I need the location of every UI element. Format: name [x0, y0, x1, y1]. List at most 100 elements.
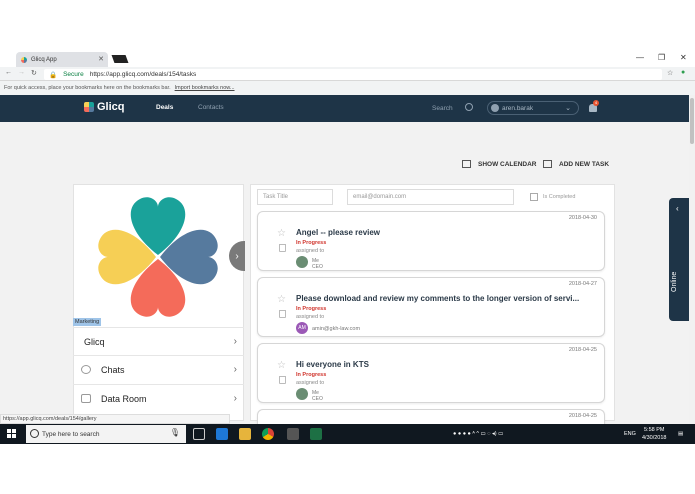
bookmarks-bar: For quick access, place your bookmarks h…: [0, 81, 695, 95]
folder-icon: [81, 394, 91, 403]
notification-center-icon[interactable]: ▤: [678, 431, 683, 437]
task-date: 2018-04-25: [568, 413, 597, 419]
email-filter[interactable]: email@domain.com: [347, 189, 514, 205]
task-status: In Progress: [296, 372, 327, 378]
close-window-icon[interactable]: ✕: [680, 53, 687, 62]
app-logo[interactable]: Glicq: [84, 101, 125, 113]
assignee-avatar: [296, 388, 308, 400]
trash-icon[interactable]: [279, 376, 286, 384]
back-icon[interactable]: ←: [5, 69, 12, 76]
add-task-label: ADD NEW TASK: [559, 160, 610, 168]
task-card[interactable]: 2018-04-25 ☆ Hi everyone in KTS In Progr…: [257, 343, 605, 403]
file-explorer-icon[interactable]: [239, 428, 251, 440]
import-bookmarks-link[interactable]: Import bookmarks now...: [175, 85, 235, 91]
add-task-button[interactable]: ADD NEW TASK: [543, 160, 609, 168]
online-label: Online: [671, 271, 678, 292]
minimize-icon[interactable]: —: [636, 53, 644, 62]
logo-text: Glicq: [97, 101, 125, 113]
excel-icon[interactable]: [310, 428, 322, 440]
close-tab-icon[interactable]: ✕: [98, 55, 104, 63]
taskbar-search-input[interactable]: Type here to search 🎙: [26, 425, 186, 443]
secure-label: Secure: [63, 71, 84, 78]
page-scrollbar[interactable]: [689, 95, 695, 424]
calendar-icon: [462, 160, 471, 168]
task-card[interactable]: 2018-04-27 ☆ Please download and review …: [257, 277, 605, 337]
scrollbar-thumb[interactable]: [690, 98, 694, 144]
maximize-icon[interactable]: ❐: [658, 53, 665, 62]
status-url: https://app.glicq.com/deals/154/gallery: [0, 414, 230, 424]
user-name: aren.barak: [502, 104, 534, 112]
sidebar-item-data-room[interactable]: Data Room ›: [73, 384, 244, 412]
show-calendar-label: SHOW CALENDAR: [478, 160, 537, 168]
trash-icon[interactable]: [279, 310, 286, 318]
show-calendar-button[interactable]: SHOW CALENDAR: [462, 160, 537, 168]
task-card[interactable]: 2018-04-30 ☆ Angel -- please review In P…: [257, 211, 605, 271]
tab-title: Glicq App: [31, 56, 57, 63]
taskbar-clock[interactable]: 5:58 PM 4/30/2018: [642, 426, 666, 442]
glicq-favicon-icon: [21, 56, 27, 63]
search-label[interactable]: Search: [432, 105, 453, 112]
bookmarks-hint: For quick access, place your bookmarks h…: [4, 85, 171, 91]
assigned-label: assigned to: [296, 314, 325, 320]
microphone-icon[interactable]: 🎙: [170, 428, 180, 437]
search-icon[interactable]: [465, 103, 473, 111]
assigned-label: assigned to: [296, 380, 325, 386]
assignee-info: Me CEO: [312, 390, 323, 402]
chevron-left-icon: ‹: [676, 204, 679, 213]
edge-icon[interactable]: [216, 428, 228, 440]
language-indicator[interactable]: ENG: [624, 431, 636, 437]
star-icon[interactable]: ☆: [277, 294, 286, 305]
windows-start-icon[interactable]: [7, 429, 16, 438]
chevron-right-icon: ›: [233, 364, 237, 375]
reload-icon[interactable]: ↻: [31, 69, 37, 77]
sidebar-item-label: Chats: [101, 364, 125, 375]
star-icon[interactable]: ☆: [277, 360, 286, 371]
chevron-right-icon: ›: [233, 336, 237, 347]
url-input[interactable]: 🔒 Secure https://app.glicq.com/deals/154…: [44, 69, 662, 80]
assignee-avatar: AM: [296, 322, 308, 334]
assignee-info: Me CEO: [312, 258, 323, 270]
task-date: 2018-04-30: [568, 215, 597, 221]
chevron-down-icon: ⌄: [565, 105, 571, 112]
task-date: 2018-04-27: [568, 281, 597, 287]
lock-icon: 🔒: [49, 71, 58, 79]
task-view-icon[interactable]: [193, 428, 205, 440]
bell-icon[interactable]: 4: [589, 100, 599, 112]
app-icon[interactable]: [287, 428, 299, 440]
user-dropdown[interactable]: aren.barak ⌄: [487, 101, 579, 115]
chat-icon: [81, 365, 91, 374]
new-tab-button[interactable]: [111, 55, 129, 63]
completed-label: Is Completed: [543, 194, 576, 200]
notification-badge: 4: [593, 100, 599, 106]
star-icon[interactable]: ☆: [277, 228, 286, 239]
glicq-logo-icon: [84, 102, 94, 112]
user-avatar: [491, 104, 499, 112]
online-panel-toggle[interactable]: ‹ Online: [669, 198, 689, 321]
bookmark-star-icon[interactable]: ☆: [667, 69, 673, 77]
nav-contacts[interactable]: Contacts: [198, 104, 224, 111]
deal-tag: Marketing: [73, 318, 102, 326]
task-status: In Progress: [296, 306, 327, 312]
forward-icon[interactable]: →: [18, 69, 25, 76]
extension-icon[interactable]: ●: [681, 69, 685, 76]
task-title-filter[interactable]: Task Title: [257, 189, 333, 205]
tray-icons[interactable]: ● ● ● ● ᴬ ^ ▭ ◌ ◂) ▭: [453, 431, 503, 437]
sidebar-item-label: Data Room: [101, 393, 147, 404]
deal-name-item[interactable]: Glicq ›: [73, 327, 244, 355]
task-title: Please download and review my comments t…: [296, 294, 580, 303]
task-title: Hi everyone in KTS: [296, 360, 369, 369]
assignee-email: amin@gkh-law.com: [312, 326, 361, 332]
sidebar-item-chats[interactable]: Chats ›: [73, 355, 244, 383]
chrome-icon[interactable]: [262, 428, 274, 440]
deal-logo-image: [98, 197, 218, 317]
task-date: 2018-04-25: [568, 347, 597, 353]
task-card[interactable]: 2018-04-25: [257, 409, 605, 424]
trash-icon[interactable]: [279, 244, 286, 252]
deal-name: Glicq: [84, 336, 105, 347]
chevron-right-icon: ›: [233, 393, 237, 404]
nav-deals[interactable]: Deals: [156, 104, 173, 111]
completed-checkbox[interactable]: [530, 193, 538, 201]
cortana-icon: [30, 429, 39, 438]
screen: Glicq App ✕ — ❐ ✕ ← → ↻ ☆ ● 🔒 Secure htt…: [0, 0, 695, 494]
browser-tab[interactable]: Glicq App ✕: [16, 52, 108, 67]
